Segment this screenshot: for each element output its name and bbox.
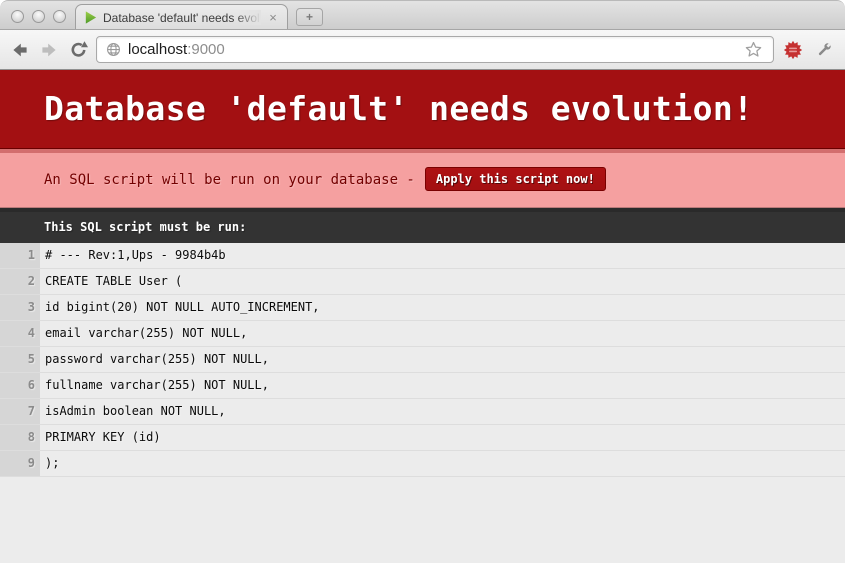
line-code: CREATE TABLE User ( [40, 269, 187, 294]
line-code: PRIMARY KEY (id) [40, 425, 166, 450]
line-code: isAdmin boolean NOT NULL, [40, 399, 231, 424]
line-number: 2 [0, 269, 40, 294]
tab-title-fade [235, 10, 261, 25]
address-bar[interactable]: localhost:9000 [96, 36, 774, 63]
globe-icon[interactable] [105, 38, 121, 62]
script-line: 1# --- Rev:1,Ups - 9984b4b [0, 243, 845, 269]
line-number: 1 [0, 243, 40, 268]
page-title: Database 'default' needs evolution! [0, 70, 845, 149]
bookmark-star-icon[interactable] [741, 38, 765, 62]
script-line: 6fullname varchar(255) NOT NULL, [0, 373, 845, 399]
evolution-script: 1# --- Rev:1,Ups - 9984b4b2CREATE TABLE … [0, 243, 845, 477]
line-number: 9 [0, 451, 40, 476]
line-code: ); [40, 451, 64, 476]
script-line: 7isAdmin boolean NOT NULL, [0, 399, 845, 425]
forward-button[interactable] [38, 39, 60, 61]
url-host: localhost [128, 41, 187, 58]
script-line: 9); [0, 451, 845, 477]
script-line: 3id bigint(20) NOT NULL AUTO_INCREMENT, [0, 295, 845, 321]
browser-tab[interactable]: Database 'default' needs evol × [75, 4, 288, 29]
tab-close-icon[interactable]: × [266, 11, 280, 24]
wrench-icon [815, 41, 833, 59]
browser-toolbar: localhost:9000 [0, 30, 845, 70]
browser-window: Database 'default' needs evol × + [0, 0, 845, 563]
back-arrow-icon [10, 40, 30, 60]
url-port: :9000 [187, 41, 225, 58]
script-line: 2CREATE TABLE User ( [0, 269, 845, 295]
banner-text: An SQL script will be run on your databa… [44, 172, 415, 188]
tab-strip: Database 'default' needs evol × + [0, 0, 845, 30]
apply-script-button[interactable]: Apply this script now! [425, 167, 606, 191]
line-number: 4 [0, 321, 40, 346]
line-code: id bigint(20) NOT NULL AUTO_INCREMENT, [40, 295, 325, 320]
reload-button[interactable] [67, 39, 89, 61]
line-number: 3 [0, 295, 40, 320]
url-text[interactable]: localhost:9000 [128, 41, 734, 58]
play-favicon-icon [83, 10, 98, 25]
line-number: 6 [0, 373, 40, 398]
zoom-window-button[interactable] [53, 10, 66, 23]
tab-title-wrap: Database 'default' needs evol [103, 10, 261, 25]
window-controls [11, 10, 66, 23]
wrench-menu-button[interactable] [812, 38, 836, 62]
minimize-window-button[interactable] [32, 10, 45, 23]
forward-arrow-icon [39, 40, 59, 60]
script-line: 8PRIMARY KEY (id) [0, 425, 845, 451]
script-line: 5password varchar(255) NOT NULL, [0, 347, 845, 373]
line-number: 7 [0, 399, 40, 424]
line-code: fullname varchar(255) NOT NULL, [40, 373, 274, 398]
line-code: password varchar(255) NOT NULL, [40, 347, 274, 372]
line-number: 5 [0, 347, 40, 372]
extension-button[interactable] [781, 38, 805, 62]
new-tab-button[interactable]: + [296, 8, 323, 26]
back-button[interactable] [9, 39, 31, 61]
evolution-banner: An SQL script will be run on your databa… [0, 149, 845, 208]
red-burst-icon [783, 40, 803, 60]
line-number: 8 [0, 425, 40, 450]
line-code: email varchar(255) NOT NULL, [40, 321, 252, 346]
close-window-button[interactable] [11, 10, 24, 23]
page-content: Database 'default' needs evolution! An S… [0, 70, 845, 477]
script-line: 4email varchar(255) NOT NULL, [0, 321, 845, 347]
script-header: This SQL script must be run: [0, 208, 845, 243]
line-code: # --- Rev:1,Ups - 9984b4b [40, 243, 231, 268]
reload-icon [69, 40, 88, 59]
